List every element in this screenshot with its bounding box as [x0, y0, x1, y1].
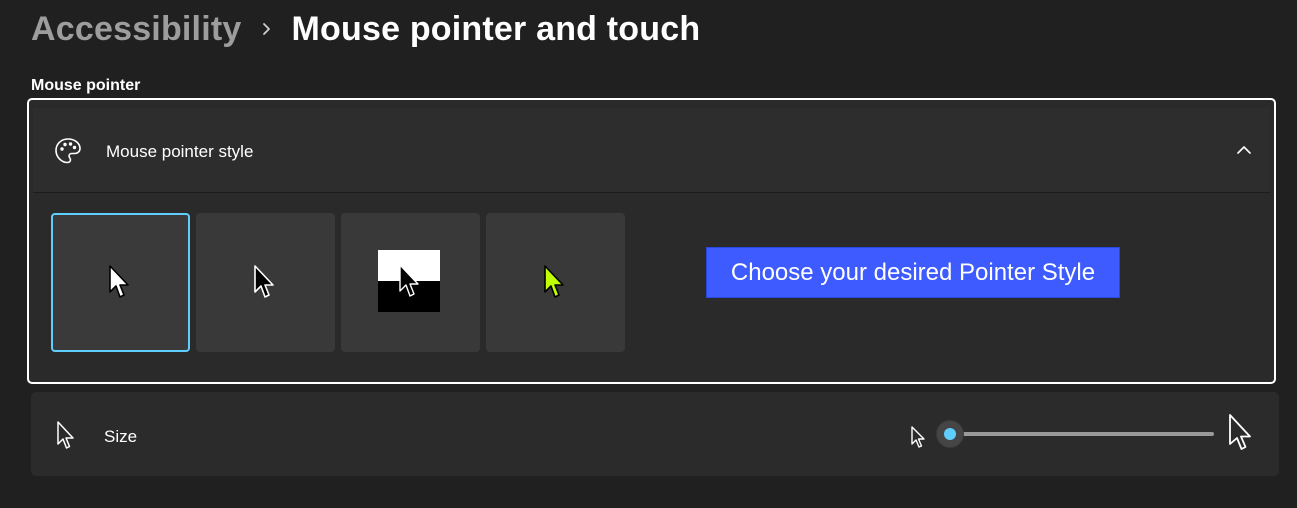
- white-pointer-icon: [109, 265, 129, 298]
- mouse-pointer-style-expander: Mouse pointer style Choose your desired …: [27, 98, 1276, 384]
- inverted-pointer-preview: [378, 250, 440, 312]
- mouse-pointer-style-header[interactable]: Mouse pointer style: [33, 108, 1270, 193]
- inverted-pointer-icon: [399, 264, 419, 297]
- size-slider-track[interactable]: [950, 432, 1214, 436]
- palette-icon: [55, 138, 81, 164]
- pointer-style-inverted-option[interactable]: [341, 213, 480, 352]
- pointer-style-black-option[interactable]: [196, 213, 335, 352]
- pointer-style-callout: Choose your desired Pointer Style: [706, 247, 1120, 298]
- custom-color-pointer-icon: [544, 265, 564, 298]
- mouse-pointer-style-title: Mouse pointer style: [106, 142, 254, 161]
- chevron-up-icon[interactable]: [1232, 138, 1256, 162]
- pointer-size-row: Size: [31, 392, 1279, 476]
- small-pointer-icon: [911, 426, 925, 448]
- black-pointer-icon: [254, 265, 274, 298]
- pointer-style-white-option[interactable]: [51, 213, 190, 352]
- page-title: Mouse pointer and touch: [291, 9, 701, 48]
- pointer-outline-icon: [57, 421, 74, 449]
- pointer-style-custom-option[interactable]: [486, 213, 625, 352]
- chevron-right-icon: [242, 8, 292, 50]
- section-heading-mouse-pointer: Mouse pointer: [31, 77, 141, 94]
- size-slider-thumb[interactable]: [936, 420, 964, 448]
- breadcrumb: Accessibility Mouse pointer and touch: [31, 8, 700, 50]
- large-pointer-icon: [1229, 414, 1251, 450]
- breadcrumb-accessibility[interactable]: Accessibility: [31, 10, 242, 49]
- size-label: Size: [104, 427, 138, 446]
